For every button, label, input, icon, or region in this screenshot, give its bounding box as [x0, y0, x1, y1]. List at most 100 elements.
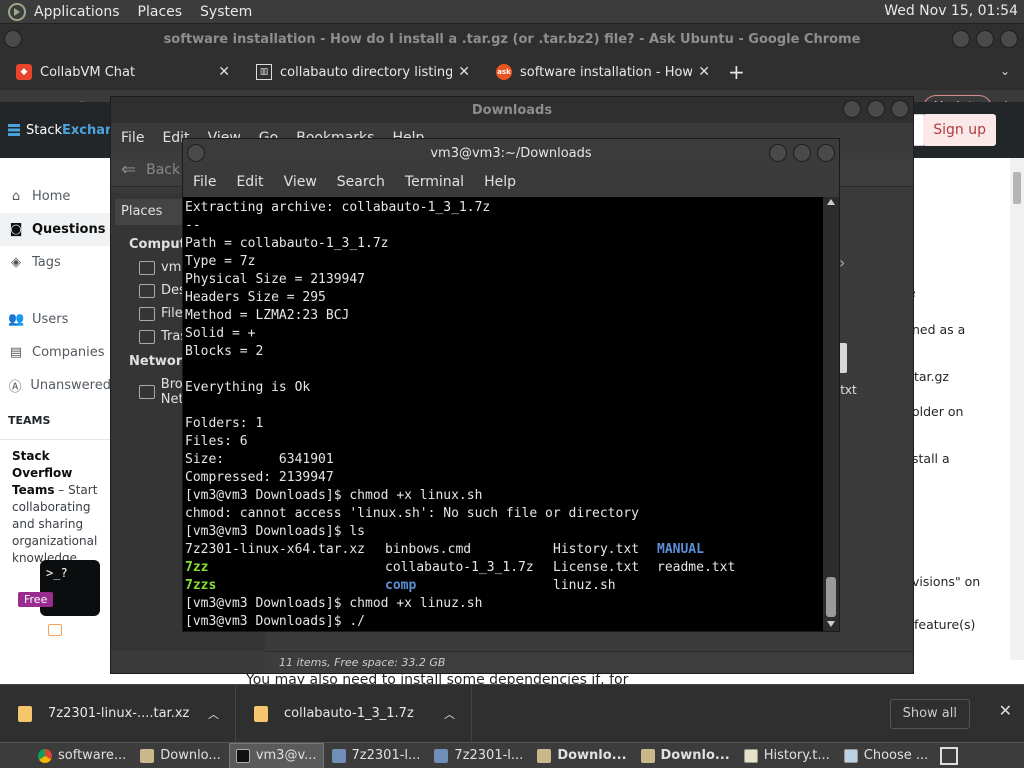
close-icon[interactable]: ✕: [999, 701, 1012, 720]
tab-directory-listing[interactable]: ▥ collabauto directory listing ✕: [240, 54, 480, 90]
panel-clock[interactable]: Wed Nov 15, 01:54: [884, 3, 1018, 19]
page-text-fragment: feature(s): [914, 617, 976, 632]
taskbar-item-archive[interactable]: 7z2301-l...: [326, 743, 427, 768]
taskbar-item-files[interactable]: Downlo...: [531, 743, 632, 768]
maximize-button[interactable]: [793, 144, 811, 162]
tab-close-icon[interactable]: ✕: [698, 64, 710, 80]
companies-icon: ▤: [9, 345, 23, 360]
page-scrollbar[interactable]: [1010, 158, 1024, 660]
scroll-down-arrow-icon[interactable]: [827, 621, 835, 627]
places-menu[interactable]: Places: [138, 4, 183, 20]
show-desktop-icon[interactable]: [940, 747, 958, 765]
download-item[interactable]: collabauto-1_3_1.7z ︿: [236, 684, 472, 743]
taskbar-item-dialog[interactable]: Choose ...: [838, 743, 935, 768]
signup-button[interactable]: Sign up: [923, 114, 996, 146]
taskbar-item-chrome[interactable]: software...: [0, 743, 132, 768]
tag-icon: ◈: [11, 255, 21, 270]
minimize-button[interactable]: [952, 30, 970, 48]
nav-label: Tags: [32, 255, 61, 270]
menu-view[interactable]: View: [284, 174, 317, 190]
window-menu-button[interactable]: [187, 144, 205, 162]
nav-companies[interactable]: ▤ Companies: [0, 336, 111, 369]
nav-home[interactable]: ⌂ Home: [0, 180, 111, 213]
terminal-prompt-line[interactable]: [vm3@vm3 Downloads]$ ./: [185, 613, 825, 631]
applications-menu[interactable]: Applications: [34, 4, 120, 20]
gnome-foot-icon[interactable]: [8, 2, 26, 21]
back-arrow-icon[interactable]: ⇐: [121, 159, 136, 180]
ls-entry-executable: 7zzs: [185, 578, 217, 593]
ls-entry: History.txt: [553, 542, 640, 557]
nav-unanswered[interactable]: Ⓐ Unanswered: [0, 369, 111, 402]
terminal-scrollbar-thumb[interactable]: [826, 577, 836, 617]
terminal-line: Path = collabauto-1_3_1.7z: [185, 236, 389, 251]
page-text-fragment: older on: [912, 404, 964, 419]
terminal-line: Compressed: 2139947: [185, 470, 334, 485]
system-menu[interactable]: System: [200, 4, 252, 20]
menu-search[interactable]: Search: [337, 174, 385, 190]
tab-close-icon[interactable]: ✕: [218, 64, 230, 80]
archive-file-icon: [18, 705, 32, 722]
tab-ask-ubuntu[interactable]: ask software installation - How do I ✕: [480, 54, 720, 90]
terminal-titlebar[interactable]: vm3@vm3:~/Downloads: [183, 139, 839, 167]
scroll-up-arrow-icon[interactable]: [827, 199, 835, 205]
taskbar-item-text-editor[interactable]: History.t...: [738, 743, 836, 768]
maximize-button[interactable]: [976, 30, 994, 48]
back-button-label[interactable]: Back: [146, 162, 180, 178]
chrome-titlebar[interactable]: software installation - How do I install…: [0, 24, 1024, 54]
logo-prefix: Stack: [26, 122, 62, 138]
show-all-button[interactable]: Show all: [889, 699, 970, 729]
file-manager-titlebar[interactable]: Downloads: [111, 97, 913, 123]
terminal-title: vm3@vm3:~/Downloads: [430, 145, 592, 161]
archive-icon: [434, 748, 449, 763]
menu-help[interactable]: Help: [484, 174, 516, 190]
tab-strip: ◆ CollabVM Chat ✕ ▥ collabauto directory…: [0, 54, 1024, 90]
terminal-scrollbar[interactable]: [823, 197, 839, 631]
menu-file[interactable]: File: [193, 174, 216, 190]
menu-terminal[interactable]: Terminal: [405, 174, 464, 190]
close-button[interactable]: [1000, 30, 1018, 48]
terminal-line: Blocks = 2: [185, 344, 264, 359]
taskbar-item-files[interactable]: Downlo...: [635, 743, 736, 768]
downloads-bar: 7z2301-linux-....tar.xz ︿ collabauto-1_3…: [0, 684, 1024, 743]
page-scrollbar-thumb[interactable]: [1013, 172, 1021, 204]
terminal-line: Type = 7z: [185, 254, 256, 269]
menu-edit[interactable]: Edit: [236, 174, 263, 190]
ls-output-row: 7zz collabauto-1_3_1.7z License.txt read…: [185, 559, 825, 577]
nav-users[interactable]: 👥 Users: [0, 303, 111, 336]
menu-file[interactable]: File: [121, 130, 144, 146]
nav-tags[interactable]: ◈ Tags: [0, 246, 111, 279]
terminal-line: Extracting archive: collabauto-1_3_1.7z: [185, 200, 491, 215]
maximize-button[interactable]: [867, 100, 885, 118]
users-icon: 👥: [8, 312, 25, 327]
ls-entry: linuz.sh: [553, 578, 616, 593]
questions-icon: ◙: [9, 222, 23, 237]
tab-collabvm-chat[interactable]: ◆ CollabVM Chat ✕: [0, 54, 240, 90]
taskbar-item-archive[interactable]: 7z2301-l...: [428, 743, 529, 768]
tab-search-chevron-icon[interactable]: ⌄: [1000, 64, 1010, 78]
minimize-button[interactable]: [843, 100, 861, 118]
home-folder-icon: [139, 260, 155, 275]
window-menu-button[interactable]: [4, 30, 22, 48]
chevron-up-icon[interactable]: ︿: [208, 706, 219, 722]
taskbar: software... Downlo... vm3@v... 7z2301-l.…: [0, 742, 1024, 768]
new-tab-button[interactable]: +: [728, 60, 745, 84]
nav-questions[interactable]: ◙ Questions: [0, 213, 111, 246]
terminal-line: Folders: 1: [185, 416, 264, 431]
tab-close-icon[interactable]: ✕: [458, 64, 470, 80]
askubuntu-icon: ask: [496, 64, 512, 80]
taskbar-item-terminal[interactable]: vm3@v...: [228, 742, 324, 768]
download-item[interactable]: 7z2301-linux-....tar.xz ︿: [0, 684, 236, 743]
tab-label: collabauto directory listing: [280, 64, 453, 80]
terminal-line: Physical Size = 2139947: [185, 272, 366, 287]
terminal-menubar: File Edit View Search Terminal Help: [183, 167, 839, 197]
terminal-output[interactable]: Extracting archive: collabauto-1_3_1.7z …: [183, 197, 825, 631]
close-button[interactable]: [817, 144, 835, 162]
taskbar-item-files[interactable]: Downlo...: [134, 743, 227, 768]
terminal-line: Headers Size = 295: [185, 290, 326, 305]
close-button[interactable]: [891, 100, 909, 118]
minimize-button[interactable]: [769, 144, 787, 162]
collabvm-icon: ◆: [16, 64, 32, 80]
taskbar-label: vm3@v...: [255, 748, 317, 763]
chevron-up-icon[interactable]: ︿: [444, 706, 455, 722]
